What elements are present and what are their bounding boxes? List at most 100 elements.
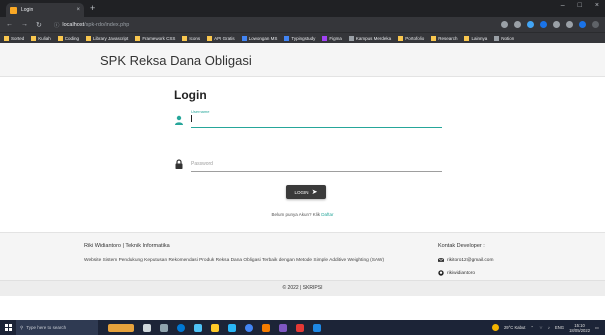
site-footer: Riki Widiantoro | Teknik Informatika Web… [0,232,605,289]
close-window-button[interactable]: × [595,2,599,9]
file-explorer-icon[interactable] [211,323,219,332]
extensions-area [501,21,599,28]
send-icon: ➤ [311,188,318,196]
info-icon[interactable]: ⓘ [54,21,60,29]
footer-description: Website Sistem Pendukung Keputusan Rekom… [84,258,385,263]
news-widget-icon[interactable] [108,323,134,332]
weather-icon [491,324,499,331]
search-icon: ⚲ [20,324,24,330]
profile-avatar[interactable] [579,21,586,28]
bookmark-item[interactable]: Kuliah [31,35,51,41]
folder-icon [207,35,213,41]
app-icon[interactable] [313,323,321,332]
contact-email[interactable]: rikitoro12@gmail.com [438,257,493,263]
search-placeholder: Type here to search [26,325,67,330]
bookmark-item[interactable]: Icons [182,35,200,41]
github-icon [438,270,444,276]
clock[interactable]: 15:10 18/05/2022 [569,323,590,333]
puzzle-icon[interactable] [553,21,560,28]
chevron-up-icon[interactable]: ⌃ [530,325,534,330]
tab-title: Login [21,7,34,13]
url-path: /spk-rdo/index.php [84,21,130,28]
password-placeholder: Password [191,161,213,167]
site-icon [348,35,354,41]
cortana-icon[interactable] [143,323,151,332]
folder-icon [4,35,9,41]
url-host: localhost [62,21,85,28]
footer-author: Riki Widiantoro | Teknik Informatika [84,243,170,249]
start-button[interactable] [0,320,16,335]
login-heading: Login [174,88,207,102]
brand-title[interactable]: SPK Reksa Dana Obligasi [100,53,252,68]
vscode-icon[interactable] [228,323,236,332]
network-icon[interactable]: ⌔ [539,325,543,331]
menu-kebab-icon[interactable] [592,21,599,28]
site-icon [284,35,290,41]
bookmark-item[interactable]: Portofolio [398,35,424,41]
site-icon [241,35,247,41]
new-tab-button[interactable]: + [90,3,95,13]
taskbar-search[interactable]: ⚲ Type here to search [16,320,98,335]
password-underline [191,171,442,172]
register-link[interactable]: Daftar [321,212,333,217]
bookmark-item[interactable]: Figma [322,35,342,41]
xampp-icon[interactable] [262,323,270,332]
bookmark-item[interactable]: Sorted [4,35,24,41]
github-text: rikiwidiantoro [447,270,475,276]
extension-icon[interactable] [527,21,534,28]
volume-icon[interactable]: ♪ [548,325,550,330]
contact-title: Kontak Developer : [438,243,485,249]
register-text: Belum punya Akun? Klik [271,212,320,217]
reload-icon[interactable]: ↻ [36,21,42,29]
language-indicator[interactable]: ENG [555,325,564,330]
username-field[interactable]: Username [174,108,442,128]
bookmark-item[interactable]: Coding [57,35,79,41]
extension-icon[interactable] [540,21,547,28]
task-view-icon[interactable] [160,323,168,332]
bookmark-item[interactable]: Notion [494,35,514,41]
folder-icon [135,35,141,41]
bookmark-item[interactable]: Lainnya [464,35,487,41]
app-icon[interactable] [279,323,287,332]
login-button[interactable]: LOGIN ➤ [286,185,326,199]
maximize-button[interactable]: □ [578,2,582,9]
edge-icon[interactable] [177,323,185,332]
email-text: rikitoro12@gmail.com [447,257,494,263]
browser-tab-bar: Login × + – □ × [0,0,605,17]
bookmark-star-icon[interactable] [514,21,521,28]
address-bar-row: ← → ↻ ⓘ localhost /spk-rdo/index.php [0,17,605,32]
back-icon[interactable]: ← [6,21,13,28]
copyright-bar: © 2022 | SKRIPSI [0,280,605,296]
folder-icon [431,35,437,41]
register-prompt: Belum punya Akun? Klik Daftar [0,212,605,217]
contact-github[interactable]: rikiwidiantoro [438,270,475,276]
user-icon [175,115,183,125]
folder-icon [182,35,188,41]
bookmark-item[interactable]: Research [431,35,457,41]
sidebar-icon[interactable] [566,21,573,28]
weather-text[interactable]: 29°C Kabut [504,325,525,330]
bookmark-item[interactable]: API Gratis [207,35,235,41]
url-field[interactable]: ⓘ localhost /spk-rdo/index.php [50,20,493,30]
bookmark-item[interactable]: Library Javascript [86,35,128,41]
notification-icon[interactable]: ▭ [595,325,599,330]
share-icon[interactable] [501,21,508,28]
minimize-button[interactable]: – [561,2,565,9]
bookmark-item[interactable]: Lowongan MS [241,35,277,41]
app-icon[interactable] [296,323,304,332]
chrome-icon[interactable] [245,323,253,332]
window-controls: – □ × [561,2,599,9]
lock-icon [175,159,183,169]
browser-tab[interactable]: Login × [6,3,84,17]
close-tab-icon[interactable]: × [76,7,80,13]
figma-icon [322,35,328,41]
bookmark-item[interactable]: Framework CSS [135,35,175,41]
site-header: SPK Reksa Dana Obligasi [0,43,605,77]
forward-icon[interactable]: → [21,21,28,28]
store-icon[interactable] [194,323,202,332]
taskbar-apps [108,323,321,332]
password-field[interactable]: Password [174,152,442,172]
bookmark-item[interactable]: Kampus Merdeka [348,35,391,41]
favicon-icon [10,6,17,14]
bookmark-item[interactable]: Typingstudy [284,35,315,41]
